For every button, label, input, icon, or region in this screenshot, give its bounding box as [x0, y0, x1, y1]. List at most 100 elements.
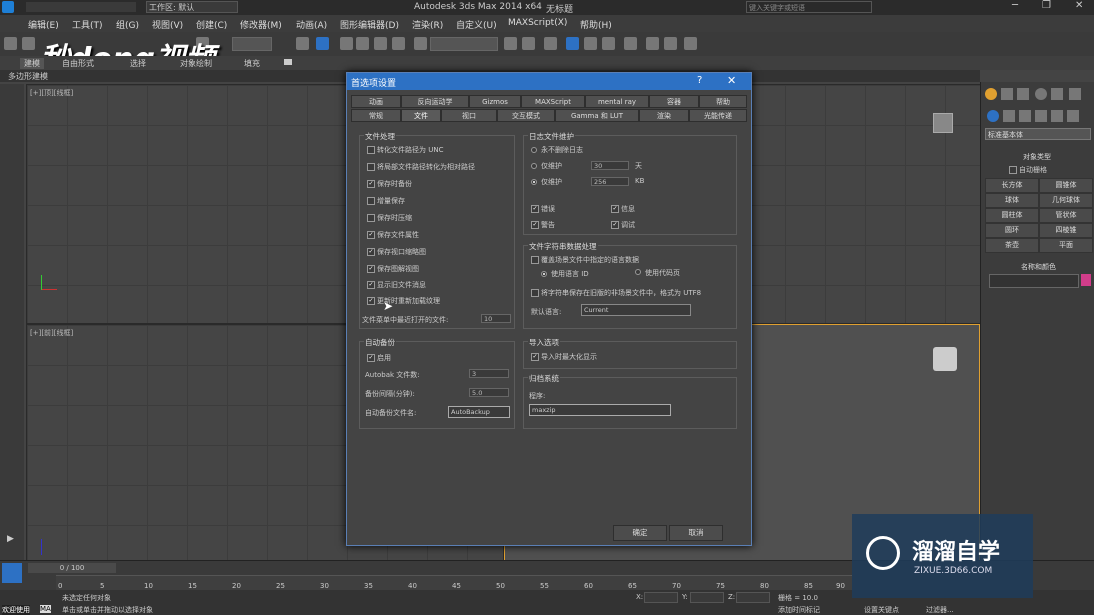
dialog-close-icon[interactable]: ✕ [727, 74, 736, 87]
never-delete-radio[interactable] [531, 147, 537, 153]
menu-group[interactable]: 组(G) [116, 18, 139, 31]
save-thumbnail-checkbox[interactable]: ✓ [367, 248, 375, 256]
log-days-spinner[interactable]: 30 [591, 161, 629, 170]
autobak-count-spinner[interactable]: 3 [469, 369, 509, 378]
cancel-button[interactable]: 取消 [669, 525, 723, 541]
cylinder-button[interactable]: 圆柱体 [985, 208, 1039, 223]
menu-animation[interactable]: 动画(A) [296, 18, 327, 31]
ribbon-tab-object-paint[interactable]: 对象绘制 [180, 58, 212, 69]
tab-viewports[interactable]: 视口 [441, 109, 497, 122]
workspace-dropdown[interactable]: 工作区: 默认 [146, 1, 238, 13]
tab-radiosity[interactable]: 光能传递 [689, 109, 747, 122]
app-menu-icon[interactable] [2, 1, 14, 13]
graphite-icon[interactable] [566, 37, 579, 50]
ribbon-options-icon[interactable] [284, 59, 292, 65]
curve-editor-icon[interactable] [584, 37, 597, 50]
align-icon[interactable] [522, 37, 535, 50]
tab-general[interactable]: 常规 [351, 109, 401, 122]
name-color-rollout[interactable]: 名称和颜色 [1021, 262, 1056, 272]
log-info-checkbox[interactable]: ✓ [611, 205, 619, 213]
ribbon-tab-modeling[interactable]: 建模 [20, 58, 44, 69]
menu-graph-editors[interactable]: 图形编辑器(D) [340, 18, 399, 31]
menu-edit[interactable]: 编辑(E) [28, 18, 59, 31]
increment-save-checkbox[interactable] [367, 197, 375, 205]
menu-tools[interactable]: 工具(T) [72, 18, 103, 31]
tab-maxscript[interactable]: MAXScript [521, 95, 585, 108]
geosphere-button[interactable]: 几何球体 [1039, 193, 1093, 208]
viewport-label[interactable]: [+][前][线框] [30, 328, 73, 338]
override-language-checkbox[interactable] [531, 256, 539, 264]
ribbon-tab-freeform[interactable]: 自由形式 [62, 58, 94, 69]
primitive-dropdown[interactable]: 标准基本体 [985, 128, 1091, 140]
box-button[interactable]: 长方体 [985, 178, 1039, 193]
tab-animation[interactable]: 动画 [351, 95, 401, 108]
log-debug-checkbox[interactable]: ✓ [611, 221, 619, 229]
link-icon[interactable] [4, 37, 17, 50]
convert-unc-checkbox[interactable] [367, 146, 375, 154]
save-schematic-checkbox[interactable]: ✓ [367, 265, 375, 273]
keep-days-radio[interactable] [531, 163, 537, 169]
lights-icon[interactable] [1019, 110, 1031, 122]
edit-named-selection-icon[interactable] [414, 37, 427, 50]
menu-customize[interactable]: 自定义(U) [456, 18, 497, 31]
ok-button[interactable]: 确定 [613, 525, 667, 541]
default-language-dropdown[interactable]: Current [581, 304, 691, 316]
backup-on-save-checkbox[interactable]: ✓ [367, 180, 375, 188]
menu-modifiers[interactable]: 修改器(M) [240, 18, 282, 31]
time-slider[interactable]: 0 / 100 [28, 563, 116, 573]
torus-button[interactable]: 圆环 [985, 223, 1039, 238]
polygon-modeling-label[interactable]: 多边形建模 [8, 71, 48, 82]
y-coord-field[interactable] [690, 592, 724, 603]
menu-create[interactable]: 创建(C) [196, 18, 227, 31]
minimize-icon[interactable]: ─ [1012, 0, 1018, 11]
tab-gizmos[interactable]: Gizmos [469, 95, 521, 108]
menu-maxscript[interactable]: MAXScript(X) [508, 18, 567, 28]
spacewarps-icon[interactable] [1067, 110, 1079, 122]
save-utf8-checkbox[interactable] [531, 289, 539, 297]
tube-button[interactable]: 管状体 [1039, 208, 1093, 223]
tab-rendering[interactable]: 渲染 [639, 109, 689, 122]
ribbon-tab-populate[interactable]: 填充 [244, 58, 260, 69]
search-input[interactable]: 键入关键字或短语 [746, 1, 872, 13]
zoom-extents-checkbox[interactable]: ✓ [531, 353, 539, 361]
view-dropdown[interactable] [232, 37, 272, 51]
tab-mentalray[interactable]: mental ray [585, 95, 649, 108]
tab-gamma-lut[interactable]: Gamma 和 LUT [555, 109, 639, 122]
quick-access-toolbar[interactable] [26, 2, 136, 12]
help-icon[interactable]: ? [697, 75, 702, 86]
render-setup-icon[interactable] [646, 37, 659, 50]
x-coord-field[interactable] [644, 592, 678, 603]
move-icon[interactable] [296, 37, 309, 50]
use-codepage-radio[interactable] [635, 269, 641, 275]
tab-help[interactable]: 帮助 [699, 95, 747, 108]
keep-kb-radio[interactable] [531, 179, 537, 185]
add-time-tag[interactable]: 添加时间标记 [778, 605, 820, 615]
object-name-input[interactable] [989, 274, 1079, 288]
tab-interaction-mode[interactable]: 交互模式 [497, 109, 555, 122]
create-tab-icon[interactable] [985, 88, 997, 100]
tab-ik[interactable]: 反向运动学 [401, 95, 469, 108]
log-errors-checkbox[interactable]: ✓ [531, 205, 539, 213]
relative-path-checkbox[interactable] [367, 163, 375, 171]
viewcube-icon[interactable] [933, 347, 957, 371]
pyramid-button[interactable]: 四棱锥 [1039, 223, 1093, 238]
old-file-message-checkbox[interactable]: ✓ [367, 281, 375, 289]
shapes-icon[interactable] [1003, 110, 1015, 122]
schematic-icon[interactable] [602, 37, 615, 50]
restore-icon[interactable]: ❐ [1042, 0, 1051, 11]
spinner-snap-icon[interactable] [392, 37, 405, 50]
autogrid-checkbox[interactable] [1009, 166, 1017, 174]
geometry-icon[interactable] [987, 110, 999, 122]
layout-icon[interactable] [2, 563, 22, 583]
menu-view[interactable]: 视图(V) [152, 18, 183, 31]
tab-containers[interactable]: 容器 [649, 95, 699, 108]
cone-button[interactable]: 圆锥体 [1039, 178, 1093, 193]
save-file-properties-checkbox[interactable]: ✓ [367, 231, 375, 239]
menu-rendering[interactable]: 渲染(R) [412, 18, 443, 31]
material-editor-icon[interactable] [624, 37, 637, 50]
rendered-frame-icon[interactable] [664, 37, 677, 50]
reload-textures-checkbox[interactable]: ✓ [367, 297, 375, 305]
hierarchy-tab-icon[interactable] [1017, 88, 1029, 100]
modify-tab-icon[interactable] [1001, 88, 1013, 100]
motion-tab-icon[interactable] [1035, 88, 1047, 100]
